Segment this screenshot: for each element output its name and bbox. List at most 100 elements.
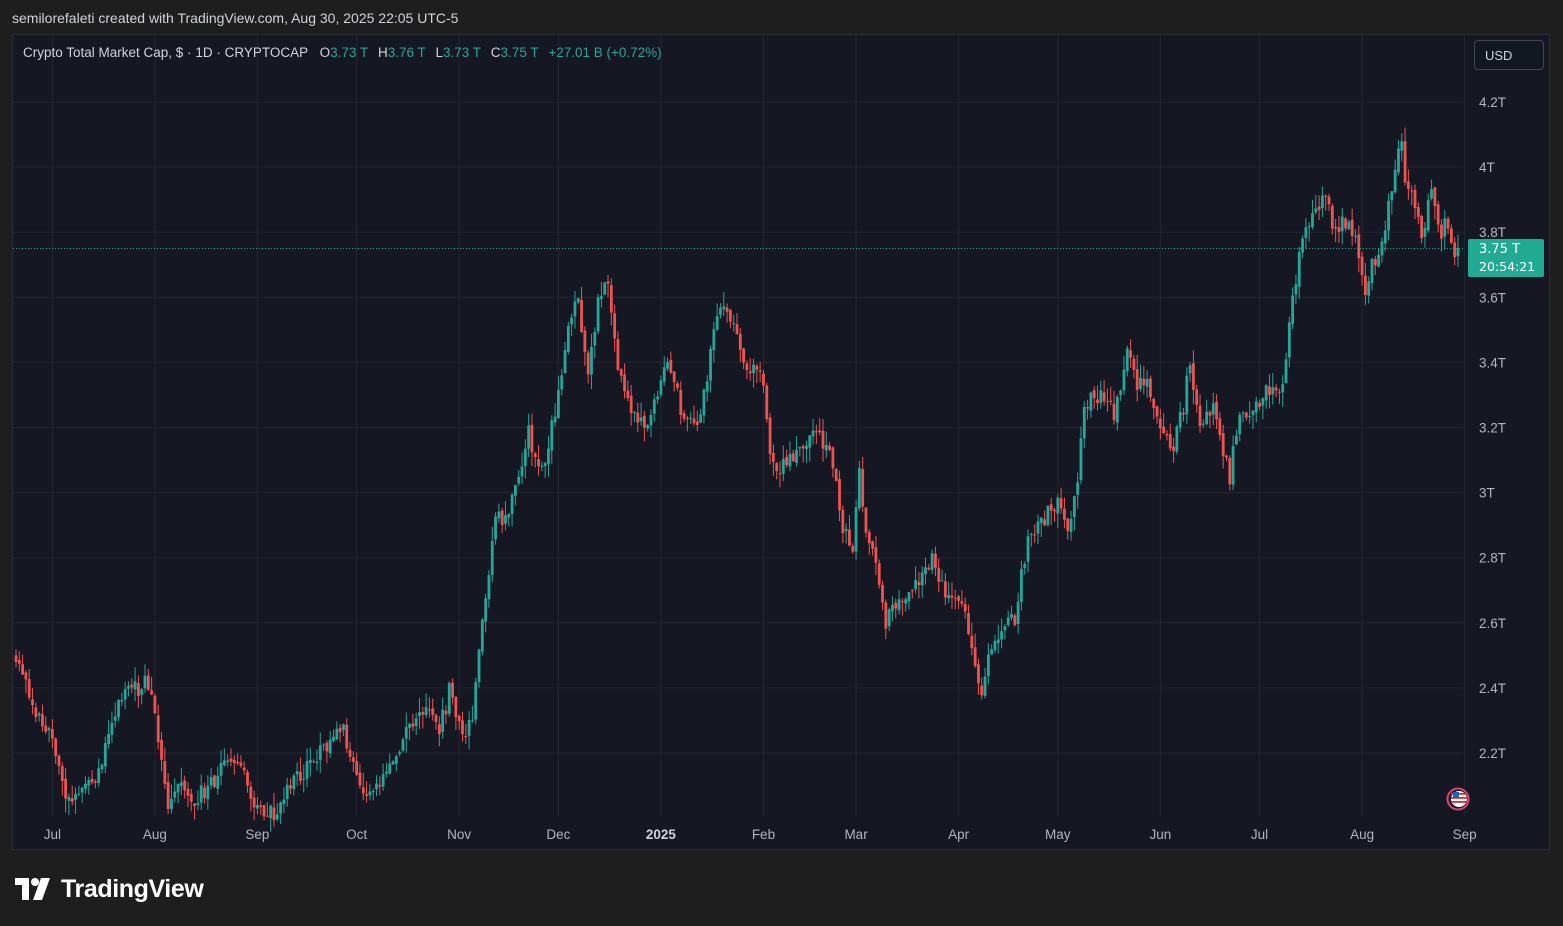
candle-body	[335, 728, 339, 740]
candle-body	[596, 297, 600, 332]
low-value: 3.73 T	[443, 45, 482, 60]
candle-body	[1162, 426, 1166, 434]
candle-body	[884, 602, 888, 629]
candle-body	[1340, 216, 1344, 232]
candle-body	[246, 772, 249, 786]
open-label: O	[319, 45, 331, 60]
candle-body	[1423, 228, 1427, 237]
candle-body	[1347, 221, 1351, 230]
candle-body	[299, 771, 302, 781]
candle-body	[900, 601, 904, 603]
candle-body	[239, 762, 243, 766]
candle-body	[322, 744, 325, 746]
candle-body	[477, 649, 481, 683]
candle-body	[236, 761, 239, 764]
candle-body	[1115, 396, 1119, 423]
candle-body	[514, 484, 517, 496]
candle-body	[1357, 234, 1361, 259]
candle-body	[1254, 401, 1258, 413]
candle-body	[325, 742, 329, 752]
candle-body	[1139, 377, 1142, 389]
x-tick-label: 2025	[646, 827, 677, 842]
chart-panel[interactable]: 2.2T 2.4T 2.6T 2.8T 3T 3.2T 3.4T 3.6T 3.8T 4T 4.2T…	[12, 34, 1550, 850]
candle-body	[943, 581, 947, 598]
candle-body	[841, 509, 845, 534]
candle-body	[848, 529, 851, 546]
candle-body	[37, 713, 41, 716]
candle-body	[315, 761, 319, 764]
candle-body	[70, 798, 74, 802]
y-tick-label: 3.6T	[1479, 290, 1506, 305]
candle-body	[1198, 405, 1202, 427]
candle-body	[1311, 213, 1314, 227]
candle-body	[173, 791, 177, 798]
candlestick-chart[interactable]: 2.2T 2.4T 2.6T 2.8T 3T 3.2T 3.4T 3.6T 3.8T 4T 4.2T…	[13, 35, 1550, 850]
candle-body	[1403, 141, 1407, 183]
candle-body	[1278, 391, 1281, 393]
candle-body	[1026, 536, 1030, 562]
candle-body	[183, 780, 187, 791]
candle-body	[229, 758, 233, 762]
candle-body	[484, 598, 488, 622]
candle-body	[695, 421, 699, 425]
candle-body	[259, 805, 263, 808]
candle-body	[1215, 401, 1218, 420]
tradingview-footer[interactable]: TradingView	[15, 874, 204, 904]
candle-body	[222, 760, 226, 766]
candle-body	[1135, 369, 1139, 390]
candle-body	[1142, 378, 1146, 386]
candle-body	[828, 445, 832, 450]
candle-body	[1079, 438, 1083, 481]
candle-body	[563, 350, 567, 374]
candle-body	[1218, 418, 1222, 435]
candle-body	[1228, 457, 1232, 485]
candle-body	[1430, 189, 1433, 199]
candle-body	[355, 761, 359, 775]
candle-body	[275, 814, 279, 820]
candle-body	[226, 760, 230, 763]
candle-body	[709, 348, 712, 381]
candle-body	[854, 507, 858, 552]
candle-body	[1297, 251, 1301, 287]
candle-body	[1033, 534, 1037, 536]
candle-body	[1393, 169, 1397, 193]
candle-body	[292, 775, 296, 789]
candle-body	[725, 307, 729, 312]
candle-body	[1367, 281, 1371, 296]
currency-button[interactable]: USD	[1474, 40, 1544, 70]
candle-body	[123, 689, 127, 700]
candle-body	[543, 463, 547, 466]
us-flag-icon[interactable]	[1446, 787, 1470, 811]
candle-body	[272, 807, 276, 821]
candle-body	[821, 430, 825, 449]
candle-body	[1201, 423, 1205, 425]
candle-body	[1056, 497, 1060, 514]
candle-body	[633, 412, 636, 414]
candle-body	[461, 720, 464, 735]
candle-body	[553, 416, 557, 423]
candle-body	[93, 781, 97, 783]
candle-body	[404, 727, 408, 739]
candle-body	[494, 516, 497, 540]
candle-body	[1132, 358, 1136, 370]
candle-body	[1350, 219, 1354, 236]
candle-body	[527, 425, 531, 449]
candle-body	[44, 725, 48, 732]
candle-body	[156, 715, 160, 743]
candle-body	[1377, 254, 1381, 267]
candle-body	[1168, 434, 1172, 449]
candle-body	[950, 595, 954, 598]
candle-body	[685, 418, 689, 420]
candle-body	[332, 736, 335, 741]
candle-body	[523, 448, 527, 467]
candle-body	[937, 567, 941, 582]
candle-body	[24, 672, 28, 680]
candle-body	[1082, 406, 1086, 439]
candle-body	[881, 585, 884, 603]
candle-body	[762, 373, 765, 386]
candle-body	[785, 456, 789, 466]
candle-body	[1043, 519, 1046, 526]
candle-body	[80, 787, 84, 793]
candle-body	[312, 761, 316, 763]
candle-body	[1152, 398, 1156, 409]
